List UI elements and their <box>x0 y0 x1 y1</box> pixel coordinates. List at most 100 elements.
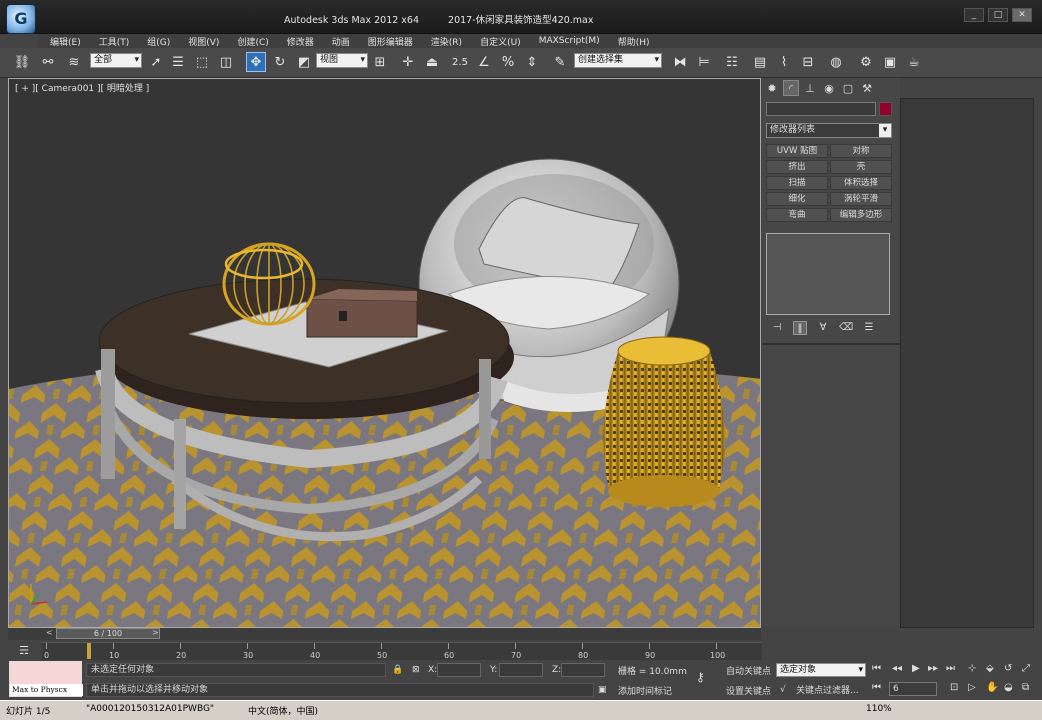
reference-coordinate-dropdown[interactable]: 视图 <box>316 53 368 68</box>
set-key-button[interactable]: 设置关键点 <box>726 684 771 697</box>
sweep-button[interactable]: 扫描 <box>766 176 828 190</box>
uvw-map-button[interactable]: UVW 贴图 <box>766 144 828 158</box>
menu-edit[interactable]: 编辑(E) <box>50 35 81 48</box>
unlink-icon[interactable]: ⚯ <box>38 52 58 72</box>
spinner-snap-icon[interactable]: ⇕ <box>522 52 542 72</box>
material-editor-icon[interactable]: ◍ <box>826 52 846 72</box>
select-and-rotate-icon[interactable]: ↻ <box>270 52 290 72</box>
next-frame-arrow-icon[interactable]: > <box>152 628 159 637</box>
curve-editor-icon[interactable]: ⌇ <box>774 52 794 72</box>
key-mode-icon[interactable]: √ <box>780 683 786 697</box>
bind-space-warp-icon[interactable]: ≋ <box>64 52 84 72</box>
schematic-view-icon[interactable]: ⊟ <box>798 52 818 72</box>
next-frame-icon[interactable]: ▸▸ <box>928 663 938 674</box>
play-icon[interactable]: ▶ <box>912 663 920 674</box>
gold-perforated-stool[interactable] <box>603 336 725 507</box>
close-button[interactable]: ✕ <box>1012 8 1032 22</box>
select-link-icon[interactable]: ⛓ <box>12 52 32 72</box>
shell-button[interactable]: 壳 <box>830 160 892 174</box>
tessellate-button[interactable]: 细化 <box>766 192 828 206</box>
select-object-icon[interactable]: ➚ <box>146 52 166 72</box>
curve-editor-mini-icon[interactable]: ☴ <box>14 640 34 660</box>
x-coordinate-field[interactable] <box>437 663 481 677</box>
utilities-tab-icon[interactable]: ⚒ <box>859 80 875 96</box>
show-end-result-icon[interactable]: ‖ <box>793 321 807 335</box>
create-tab-icon[interactable]: ✹ <box>764 80 780 96</box>
select-by-name-icon[interactable]: ☰ <box>168 52 188 72</box>
menu-help[interactable]: 帮助(H) <box>618 35 650 48</box>
modifier-stack[interactable] <box>766 233 890 315</box>
zoom-all-icon[interactable]: ⬙ <box>986 663 994 674</box>
select-and-move-icon[interactable]: ✥ <box>246 52 266 72</box>
graphite-ribbon-icon[interactable]: ▤ <box>750 52 770 72</box>
object-name-field[interactable] <box>766 102 876 116</box>
menu-maxscript[interactable]: MAXScript(M) <box>539 36 600 46</box>
layer-manager-icon[interactable]: ☷ <box>722 52 742 72</box>
edit-named-selection-icon[interactable]: ✎ <box>550 52 570 72</box>
modify-tab-icon[interactable]: ◜ <box>783 80 799 96</box>
menu-rendering[interactable]: 渲染(R) <box>431 35 462 48</box>
pan-icon[interactable]: ✋ <box>986 682 998 693</box>
isolate-icon[interactable]: ▣ <box>598 683 607 697</box>
render-setup-icon[interactable]: ⚙ <box>856 52 876 72</box>
align-icon[interactable]: ⊨ <box>694 52 714 72</box>
snaps-toggle-icon[interactable]: 2.5 <box>450 52 470 72</box>
maximize-viewport-icon[interactable]: ⧉ <box>1022 682 1029 693</box>
camera-viewport[interactable]: [ + ][ Camera001 ][ 明暗处理 ] <box>8 78 761 628</box>
set-key-icon[interactable]: ⚷ <box>696 670 720 686</box>
turbosmooth-button[interactable]: 涡轮平滑 <box>830 192 892 206</box>
render-production-icon[interactable]: ☕ <box>904 52 924 72</box>
pin-stack-icon[interactable]: ⊣ <box>770 321 784 335</box>
menu-customize[interactable]: 自定义(U) <box>480 35 521 48</box>
remove-modifier-icon[interactable]: ⌫ <box>839 321 853 335</box>
menu-tools[interactable]: 工具(T) <box>99 35 130 48</box>
menu-animation[interactable]: 动画 <box>332 35 350 48</box>
configure-sets-icon[interactable]: ☰ <box>862 321 876 335</box>
window-crossing-icon[interactable]: ◫ <box>216 52 236 72</box>
zoom-icon[interactable]: ⊹ <box>968 663 976 674</box>
pivot-center-icon[interactable]: ⊞ <box>370 52 390 72</box>
viewport-label[interactable]: [ + ][ Camera001 ][ 明暗处理 ] <box>15 81 149 94</box>
named-selection-dropdown[interactable]: 创建选择集 <box>574 53 662 68</box>
key-mode-toggle-icon[interactable]: ⏮ <box>872 682 881 693</box>
lock-selection-icon[interactable]: 🔒 <box>392 663 403 677</box>
bend-button[interactable]: 弯曲 <box>766 208 828 222</box>
track-bar[interactable]: 0 10 20 30 40 50 60 70 80 90 100 <box>42 642 762 660</box>
angle-snap-icon[interactable]: ∠ <box>474 52 494 72</box>
selected-object-dropdown[interactable]: 选定对象 <box>776 663 866 677</box>
mirror-icon[interactable]: ⧓ <box>670 52 690 72</box>
menu-graph-editors[interactable]: 图形编辑器 <box>368 35 413 48</box>
orbit-icon[interactable]: ↺ <box>1004 663 1012 674</box>
add-time-tag[interactable]: 添加时间标记 <box>618 684 672 697</box>
minimize-button[interactable]: _ <box>964 8 984 22</box>
hierarchy-tab-icon[interactable]: ⊥ <box>802 80 818 96</box>
absolute-mode-icon[interactable]: ⊠ <box>412 663 420 677</box>
app-logo-icon[interactable]: G <box>6 4 36 34</box>
auto-key-button[interactable]: 自动关键点 <box>726 664 771 677</box>
time-slider-knob[interactable]: 6 / 100 <box>56 628 160 639</box>
time-configuration-icon[interactable]: ⊡ <box>950 682 958 693</box>
symmetry-button[interactable]: 对称 <box>830 144 892 158</box>
y-coordinate-field[interactable] <box>499 663 543 677</box>
key-filters-button[interactable]: 关键点过滤器... <box>796 683 859 696</box>
edit-poly-button[interactable]: 编辑多边形 <box>830 208 892 222</box>
zoom-extents-icon[interactable]: ⤢ <box>1022 663 1030 674</box>
field-of-view-icon[interactable]: ▷ <box>968 682 976 693</box>
object-color-swatch[interactable] <box>879 102 892 116</box>
rectangle-selection-icon[interactable]: ⬚ <box>192 52 212 72</box>
motion-tab-icon[interactable]: ◉ <box>821 80 837 96</box>
make-unique-icon[interactable]: ∀ <box>816 321 830 335</box>
go-to-start-icon[interactable]: ⏮ <box>872 663 881 674</box>
rendered-frame-window-icon[interactable]: ▣ <box>880 52 900 72</box>
menu-group[interactable]: 组(G) <box>147 35 170 48</box>
previous-frame-icon[interactable]: ◂◂ <box>892 663 902 674</box>
modifier-list-dropdown[interactable]: 修改器列表 <box>766 123 892 138</box>
menu-create[interactable]: 创建(C) <box>237 35 268 48</box>
zoom-level[interactable]: 110% <box>866 704 892 714</box>
z-coordinate-field[interactable] <box>561 663 605 677</box>
maxscript-listener-mini[interactable]: Max to Physcx <box>9 661 83 697</box>
volume-select-button[interactable]: 体积选择 <box>830 176 892 190</box>
menu-views[interactable]: 视图(V) <box>188 35 219 48</box>
current-frame-field[interactable]: 6 <box>889 682 937 696</box>
menu-modifiers[interactable]: 修改器 <box>287 35 314 48</box>
